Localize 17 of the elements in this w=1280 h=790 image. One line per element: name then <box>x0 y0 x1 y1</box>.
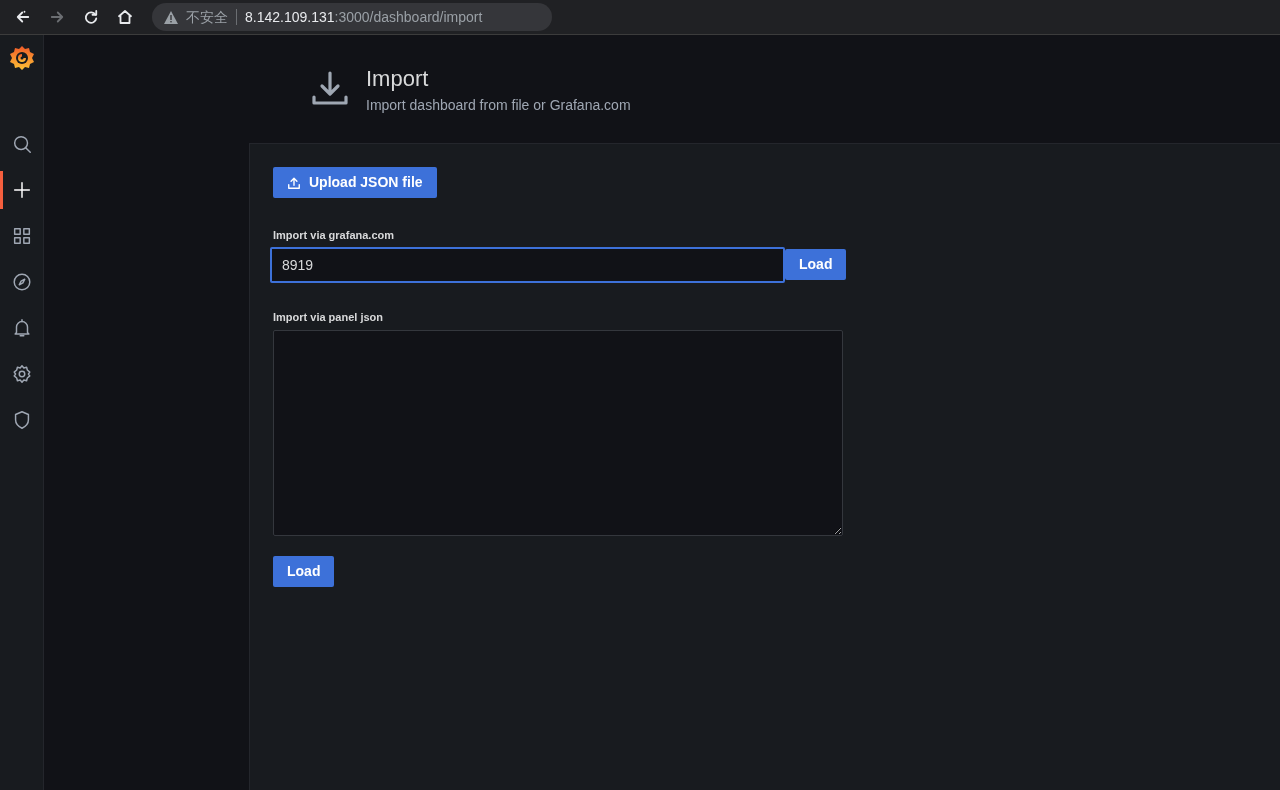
field-label: Import via grafana.com <box>273 228 396 243</box>
security-label: 不安全 <box>186 7 228 27</box>
url-path: :3000/dashboard/import <box>334 7 483 27</box>
address-bar[interactable]: 不安全 8.142.109.131:3000/dashboard/import <box>152 3 552 31</box>
warning-icon <box>164 10 178 24</box>
load-button[interactable]: Load <box>785 249 847 280</box>
load-button[interactable]: Load <box>273 556 335 587</box>
reload-icon <box>82 8 100 26</box>
upload-button[interactable]: Upload JSON file <box>273 167 437 198</box>
input-field[interactable]: 8919 <box>270 246 785 283</box>
upload-icon <box>287 175 301 190</box>
page-subtitle: Import dashboard from file or Grafana.com <box>366 96 631 115</box>
field-label: Import via panel json <box>273 309 385 325</box>
page-title: Import <box>366 65 430 93</box>
home-icon <box>116 8 134 26</box>
grafana-logo-icon <box>8 45 35 71</box>
url-host: 8.142.109.131 <box>245 7 335 27</box>
